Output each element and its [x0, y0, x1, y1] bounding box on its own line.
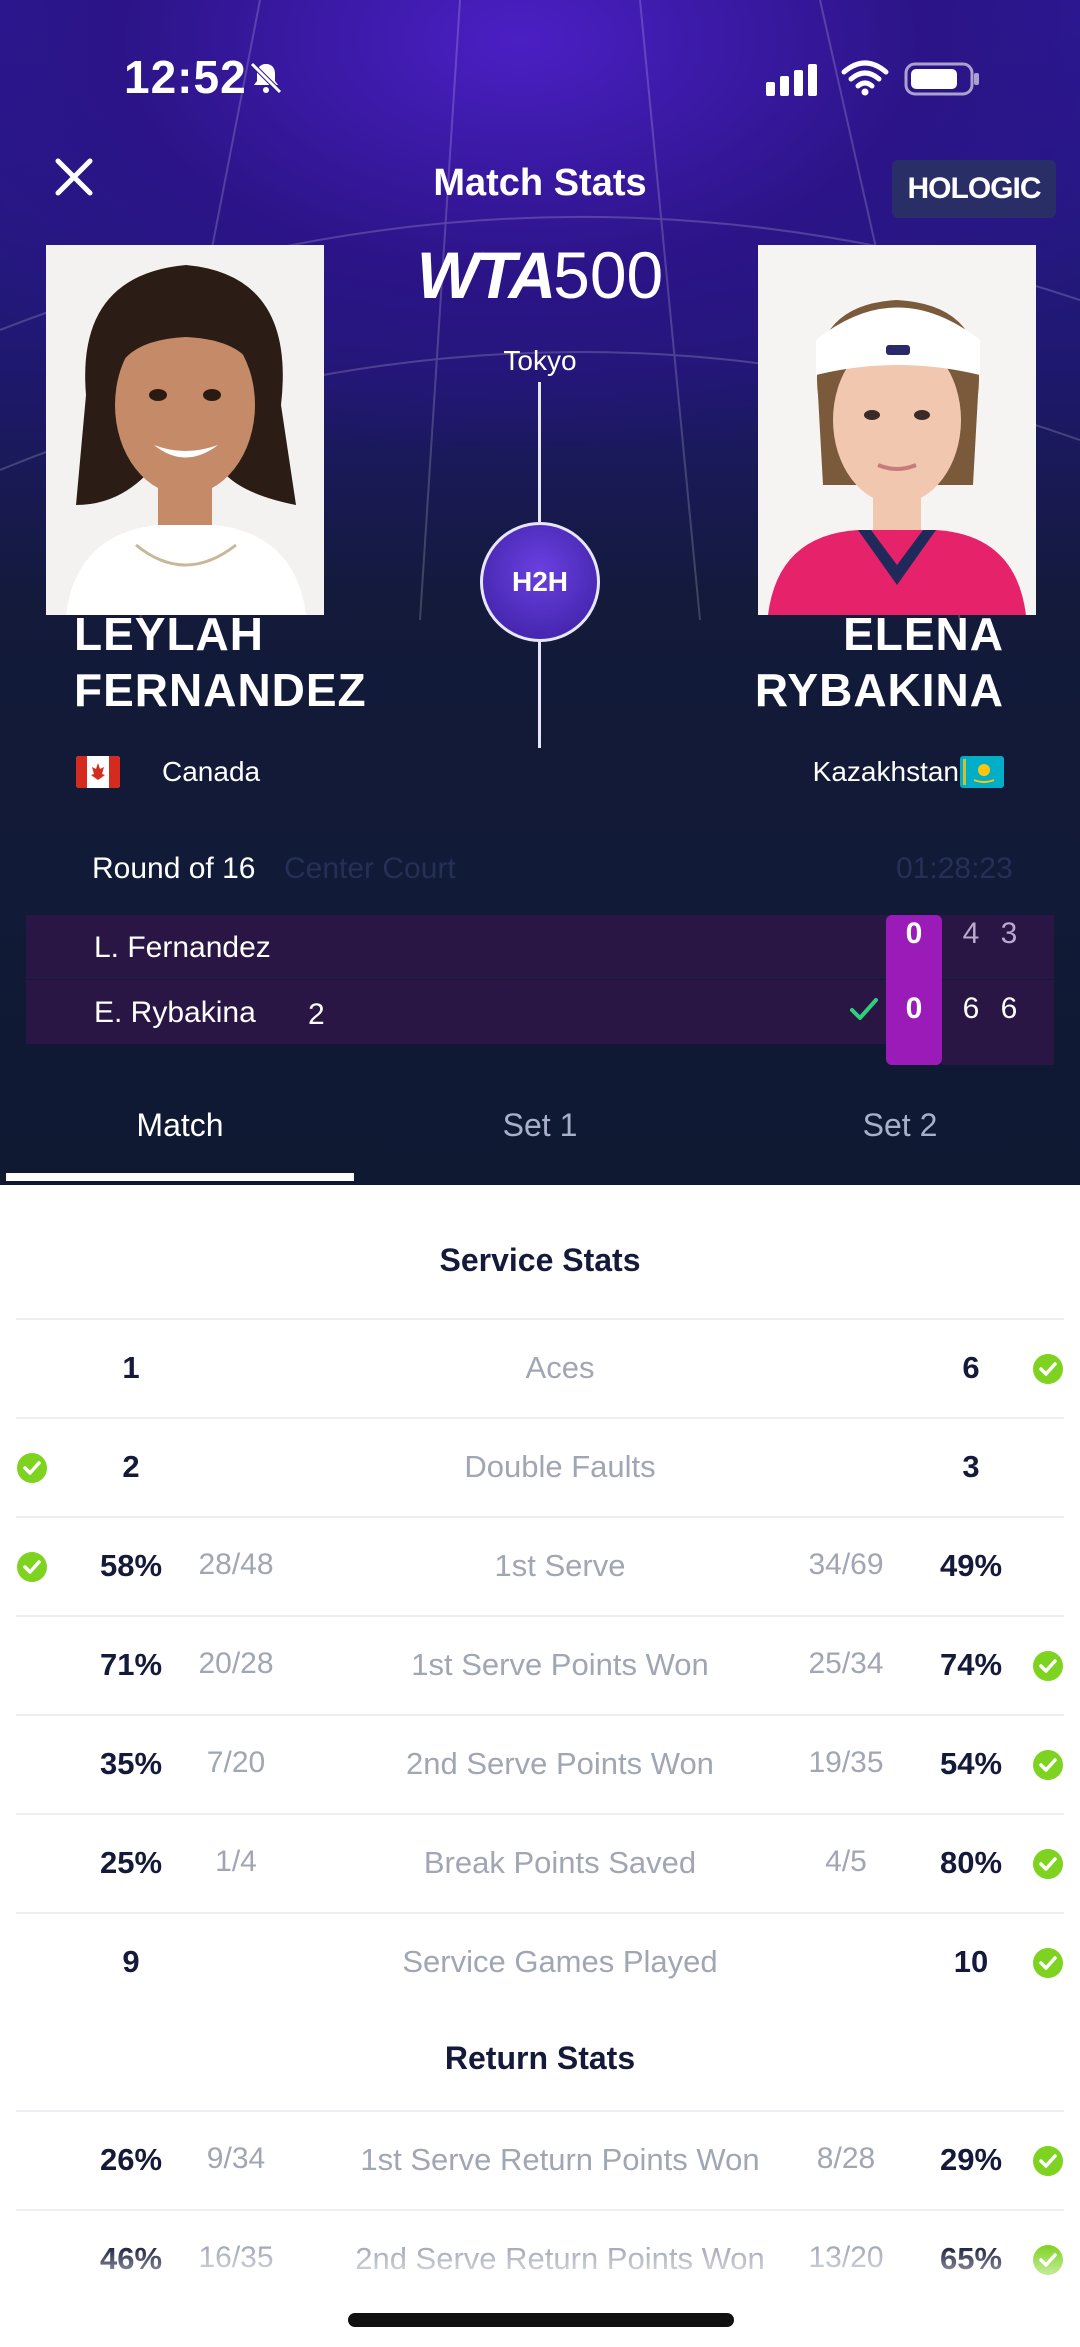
leader-check-icon — [1033, 1849, 1063, 1879]
stat-fraction-right: 8/28 — [816, 2142, 876, 2175]
tab-set-1[interactable]: Set 1 — [360, 1090, 720, 1185]
stat-label: 2nd Serve Points Won — [406, 1746, 714, 1781]
section-title-service: Service Stats — [439, 1242, 641, 1278]
sponsor-logo: HOLOGIC — [892, 160, 1056, 218]
set-score: 4 — [962, 917, 980, 950]
stat-fraction-left: 28/48 — [198, 1548, 274, 1581]
game-score: 0 — [905, 917, 923, 950]
stat-fraction-right: 4/5 — [825, 1845, 867, 1878]
wifi-icon — [841, 60, 889, 96]
stat-fraction-right: 19/35 — [808, 1746, 884, 1779]
tournament-level: 500 — [553, 238, 664, 312]
player-first-name-right: ELENA — [843, 608, 1004, 660]
stat-fraction-left: 9/34 — [206, 2142, 266, 2175]
stat-value-right: 29% — [939, 2142, 1003, 2177]
stat-value-right: 54% — [939, 1746, 1003, 1781]
stat-value-left: 9 — [122, 1944, 140, 1979]
stat-value-left: 1 — [122, 1350, 140, 1385]
player-first-name-left: LEYLAH — [74, 608, 264, 660]
leader-check-icon — [1033, 1750, 1063, 1780]
leader-check-icon — [1033, 1354, 1063, 1384]
h2h-button[interactable]: H2H — [480, 522, 600, 642]
stat-row: 35% 7/20 2nd Serve Points Won 19/35 54% — [16, 1714, 1064, 1813]
home-indicator[interactable] — [348, 2313, 734, 2327]
player-portrait-right — [768, 300, 1026, 615]
stat-label: Break Points Saved — [423, 1845, 697, 1880]
bell-muted-icon — [250, 62, 282, 94]
stat-label: 1st Serve — [494, 1548, 626, 1583]
status-time: 12:52 — [124, 51, 247, 103]
player-seed: 2 — [308, 998, 325, 1031]
player-portrait-left — [66, 265, 306, 615]
stat-fraction-right: 34/69 — [808, 1548, 884, 1581]
tournament-logo: WTA500 — [410, 240, 670, 310]
player-photo-left — [46, 245, 324, 615]
stat-label: Service Games Played — [402, 1944, 718, 1979]
game-score: 0 — [905, 992, 923, 1025]
tab-set-2[interactable]: Set 2 — [720, 1090, 1080, 1185]
stat-value-right: 10 — [953, 1944, 989, 1979]
stat-label: Aces — [525, 1350, 595, 1385]
canada-flag-icon — [76, 756, 120, 788]
stat-value-right: 3 — [962, 1449, 980, 1484]
stat-value-right: 74% — [939, 1647, 1003, 1682]
player-country-right: Kazakhstan — [812, 756, 959, 787]
stat-label: 1st Serve Points Won — [411, 1647, 709, 1682]
player-last-name-left: FERNANDEZ — [74, 664, 367, 716]
stat-row: 26% 9/34 1st Serve Return Points Won 8/28 29… — [16, 2110, 1064, 2209]
divider-line-bottom — [538, 642, 541, 748]
set-score: 6 — [962, 992, 980, 1025]
stat-row: 1 Aces 6 — [16, 1318, 1064, 1417]
stat-row: 2 Double Faults 3 — [16, 1417, 1064, 1516]
divider-line-top — [538, 382, 541, 522]
leader-check-icon — [17, 1453, 47, 1483]
match-round: Round of 16 — [92, 852, 256, 885]
bottom-fade — [0, 2245, 1080, 2347]
match-court: Center Court — [284, 852, 456, 885]
leader-check-icon — [17, 1552, 47, 1582]
stat-value-right: 6 — [962, 1350, 980, 1385]
stat-value-right: 80% — [939, 1845, 1003, 1880]
active-tab-indicator — [6, 1173, 354, 1181]
leader-check-icon — [1033, 2146, 1063, 2176]
winner-check-icon — [850, 998, 878, 1020]
stat-fraction-left: 20/28 — [198, 1647, 274, 1680]
stat-label: Double Faults — [464, 1449, 656, 1484]
cellular-signal-icon — [766, 64, 817, 96]
tab-match[interactable]: Match — [0, 1090, 360, 1185]
stat-fraction-right: 25/34 — [808, 1647, 884, 1680]
scoreboard-name: L. Fernandez — [94, 931, 271, 964]
stat-label: 1st Serve Return Points Won — [360, 2142, 760, 2177]
leader-check-icon — [1033, 1948, 1063, 1978]
player-photo-right — [758, 245, 1036, 615]
stat-row: 58% 28/48 1st Serve 34/69 49% — [16, 1516, 1064, 1615]
stat-row: 9 Service Games Played 10 — [16, 1912, 1064, 2011]
stats-tabs: Match Set 1 Set 2 — [0, 1090, 1080, 1185]
set-score: 6 — [1000, 992, 1018, 1025]
player-name-right[interactable]: ELENA RYBAKINA — [755, 606, 1004, 718]
player-country-left: Canada — [162, 756, 261, 787]
stat-row: 25% 1/4 Break Points Saved 4/5 80% — [16, 1813, 1064, 1912]
tournament-brand: WTA — [416, 238, 556, 312]
status-bar: 12:52 — [0, 40, 1080, 120]
scoreboard-name: E. Rybakina — [94, 996, 256, 1029]
stat-fraction-left: 7/20 — [206, 1746, 266, 1779]
player-last-name-right: RYBAKINA — [754, 664, 1004, 716]
stat-row: 71% 20/28 1st Serve Points Won 25/34 74% — [16, 1615, 1064, 1714]
kazakhstan-flag-icon — [960, 756, 1004, 788]
section-title-return: Return Stats — [444, 2040, 636, 2076]
player-name-left[interactable]: LEYLAH FERNANDEZ — [74, 606, 367, 718]
tournament-city: Tokyo — [503, 345, 577, 376]
stat-value-left: 2 — [122, 1449, 140, 1484]
leader-check-icon — [1033, 1651, 1063, 1681]
match-header-panel: 12:52 Match Stats HOLOGIC WTA500 Tokyo H… — [0, 0, 1080, 1185]
stat-value-right: 49% — [939, 1548, 1003, 1583]
battery-icon — [904, 62, 979, 96]
match-duration: 01:28:23 — [896, 852, 1013, 885]
stat-fraction-left: 1/4 — [215, 1845, 257, 1878]
set-score: 3 — [1000, 917, 1018, 950]
